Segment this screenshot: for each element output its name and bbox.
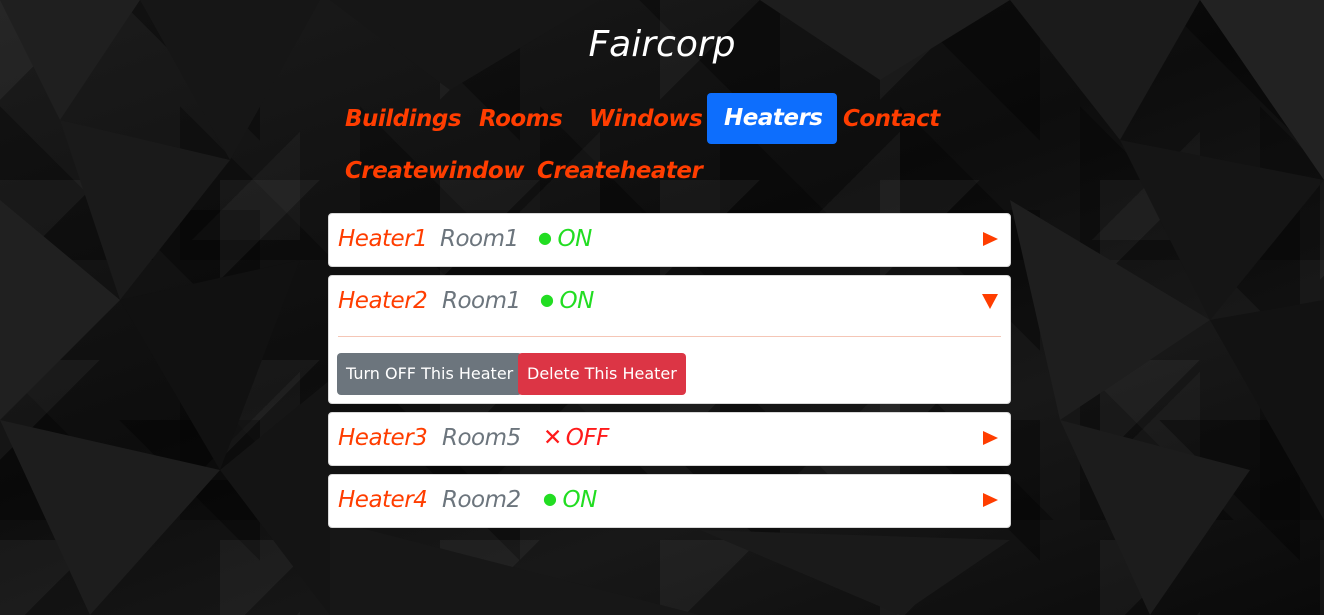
heater-card-expanded: Heater2 Room1 ● ON Turn OFF This Heater D…	[328, 275, 1011, 404]
heater-status-label: ON	[557, 226, 592, 252]
heater-name: Heater3	[338, 425, 428, 451]
triangle-right-icon[interactable]	[980, 427, 1000, 449]
triangle-right-icon[interactable]	[980, 228, 1000, 250]
heater-status: ✕ OFF	[543, 425, 609, 451]
heater-card: Heater4 Room2 ● ON	[328, 474, 1011, 528]
heater-header[interactable]: Heater3 Room5 ✕ OFF	[329, 413, 1010, 465]
heater-name: Heater4	[338, 487, 428, 513]
heater-room: Room5	[442, 425, 521, 451]
page-title: Faircorp	[588, 24, 736, 65]
heater-status-label: ON	[562, 487, 597, 513]
status-on-icon: ●	[538, 228, 552, 247]
nav-windows[interactable]: Windows	[578, 93, 713, 145]
status-on-icon: ●	[540, 290, 554, 309]
heater-card: Heater3 Room5 ✕ OFF	[328, 412, 1011, 466]
nav-createheater[interactable]: Createheater	[526, 145, 713, 197]
nav-createwindow[interactable]: Createwindow	[334, 145, 535, 197]
triangle-right-icon[interactable]	[980, 489, 1000, 511]
heater-status-label: ON	[559, 288, 594, 314]
heater-name: Heater2	[338, 288, 428, 314]
nav-buildings[interactable]: Buildings	[334, 93, 472, 145]
heater-room: Room2	[442, 487, 521, 513]
heater-name: Heater1	[338, 226, 428, 252]
heater-header[interactable]: Heater2 Room1 ● ON	[329, 276, 1010, 328]
turn-off-heater-button[interactable]: Turn OFF This Heater	[337, 353, 523, 395]
nav-rooms[interactable]: Rooms	[468, 93, 573, 145]
status-off-icon: ✕	[543, 425, 562, 451]
nav-contact[interactable]: Contact	[832, 93, 951, 145]
heater-status: ● ON	[543, 487, 597, 513]
heater-header[interactable]: Heater1 Room1 ● ON	[329, 214, 1010, 266]
heater-card: Heater1 Room1 ● ON	[328, 213, 1011, 267]
status-on-icon: ●	[543, 489, 557, 508]
heater-room: Room1	[440, 226, 519, 252]
heater-status: ● ON	[538, 226, 592, 252]
delete-heater-button[interactable]: Delete This Heater	[518, 353, 686, 395]
heater-status-label: OFF	[565, 425, 610, 451]
divider	[338, 336, 1001, 337]
heater-room: Room1	[442, 288, 521, 314]
triangle-down-icon[interactable]	[980, 290, 1000, 312]
nav-heaters[interactable]: Heaters	[707, 93, 837, 144]
heater-status: ● ON	[540, 288, 594, 314]
heater-header[interactable]: Heater4 Room2 ● ON	[329, 475, 1010, 527]
